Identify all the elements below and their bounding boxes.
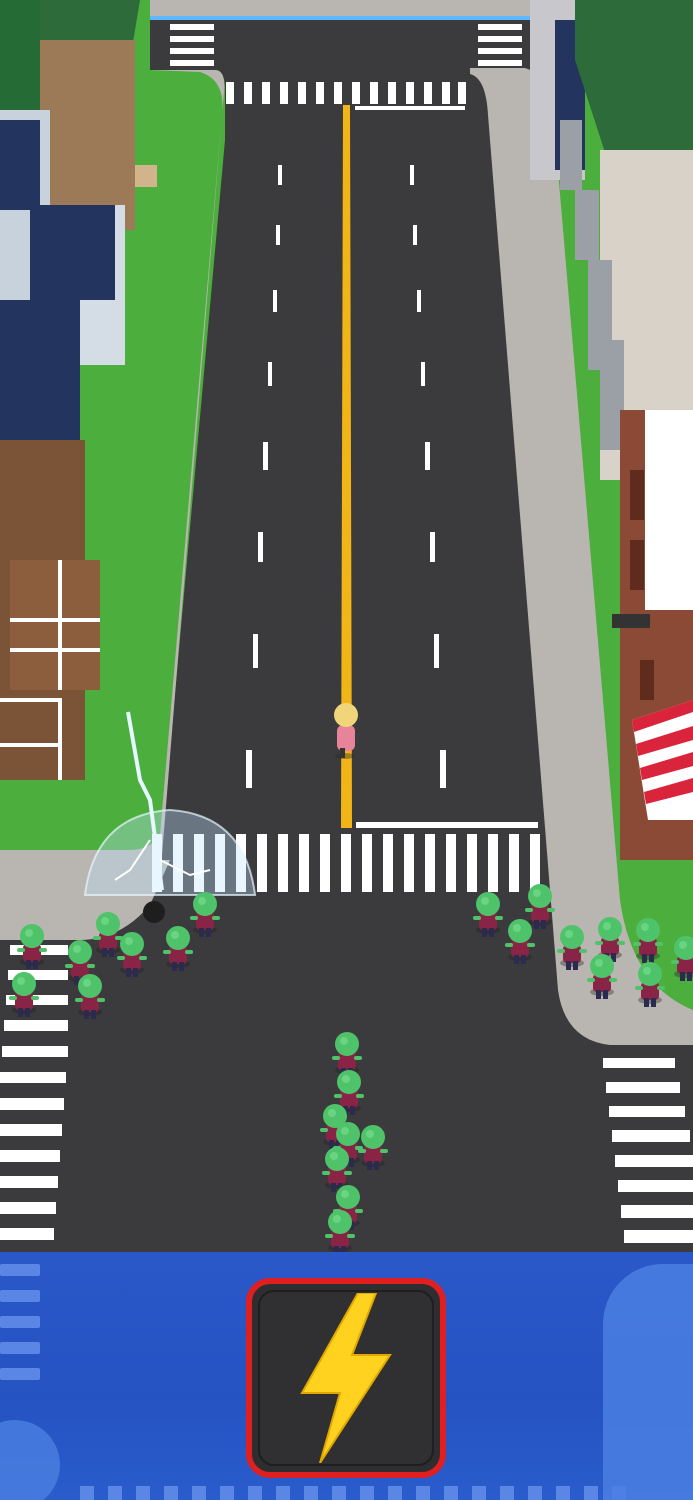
panel-shape-left [0,1420,60,1500]
dark-zombie [143,901,165,923]
panel-stripes-bottom [80,1486,640,1500]
panel-stripes [0,1264,40,1404]
panel-shape-right [603,1264,693,1500]
stop-line-top [355,106,465,110]
lightning-power-button[interactable] [246,1278,446,1478]
stop-line-bottom [356,822,538,828]
top-sidewalk-edge [140,16,540,20]
lightning-bolt-icon [300,1293,392,1463]
